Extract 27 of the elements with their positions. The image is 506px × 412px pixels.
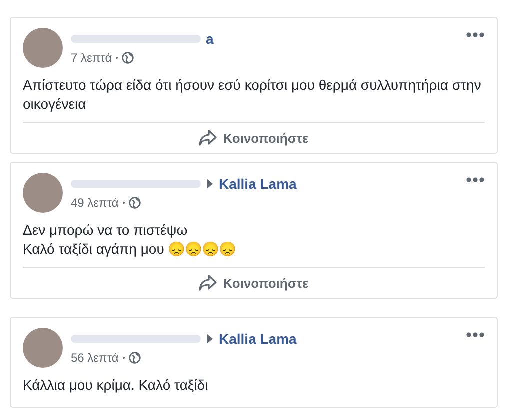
triangle-icon: [206, 333, 214, 345]
more-options-icon: [466, 332, 485, 338]
avatar[interactable]: [23, 28, 63, 68]
globe-icon: [128, 352, 141, 364]
share-arrow-icon: [199, 130, 218, 146]
more-options-icon: [466, 177, 485, 183]
author-name[interactable]: a: [206, 31, 214, 47]
timestamp[interactable]: 56 λεπτά: [71, 351, 119, 365]
separator-dot: [116, 57, 118, 59]
recipient-name[interactable]: Kallia Lama: [219, 176, 297, 192]
post-text: Δεν μπορώ να το πιστέψω Καλό ταξίδι αγάπη μου 😞😞😞😞: [23, 221, 238, 259]
more-options-icon: [466, 32, 485, 38]
separator-dot: [122, 202, 125, 204]
recipient-name[interactable]: Kallia Lama: [219, 331, 297, 347]
avatar[interactable]: [23, 328, 63, 368]
post-text: Απίστευτο τώρα είδα ότι ήσουν εσύ κορίτσι μου θερμά συλλυπητήρια στην οικογένεια: [23, 76, 482, 114]
globe-icon: [128, 197, 141, 209]
avatar[interactable]: [23, 173, 63, 213]
separator-dot: [122, 357, 125, 359]
timestamp[interactable]: 7 λεπτά: [71, 51, 112, 65]
share-button[interactable]: Κοινοποιήστε: [189, 270, 319, 296]
globe-icon: [122, 52, 134, 64]
timestamp[interactable]: 49 λεπτά: [71, 196, 119, 210]
share-button[interactable]: Κοινοποιήστε: [189, 125, 319, 151]
share-arrow-icon: [199, 275, 218, 291]
triangle-icon: [206, 178, 214, 190]
post-text: Κάλλια μου κρίμα. Καλό ταξίδι: [23, 376, 210, 395]
